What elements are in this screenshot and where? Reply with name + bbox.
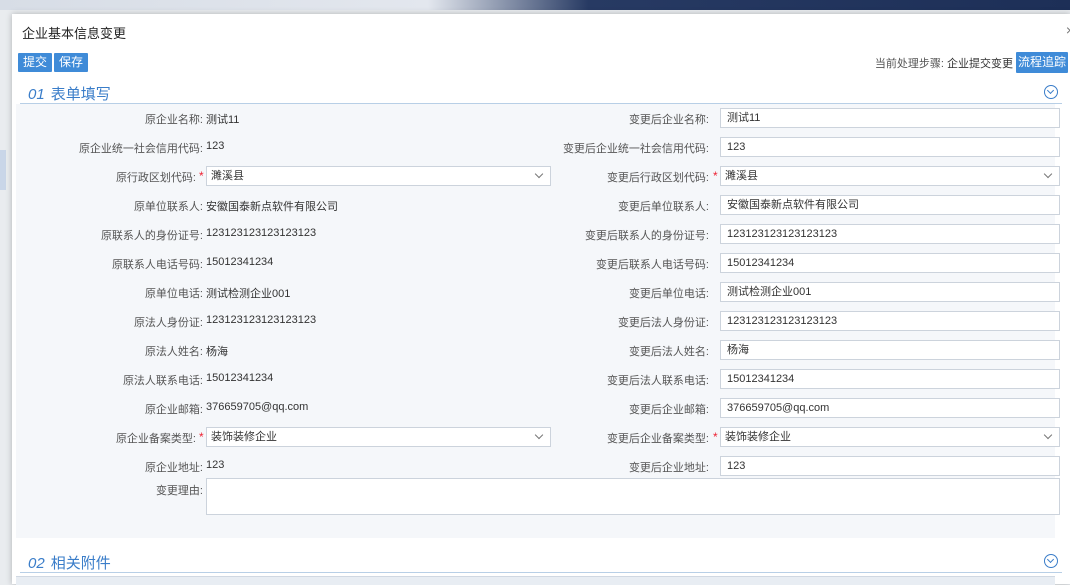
process-trace-button[interactable]: 流程追踪 — [1016, 52, 1068, 73]
section-attachments-title: 02 相关附件 — [28, 552, 111, 573]
left-field-label: 原法人身份证: — [133, 317, 203, 329]
left-field-label: 原法人联系电话: — [122, 375, 203, 387]
left-field-label: 原企业名称: — [144, 114, 203, 126]
right-field-label: 变更后法人姓名: — [628, 346, 709, 358]
required-mark: * — [199, 430, 204, 444]
close-icon[interactable]: × — [1066, 22, 1070, 38]
right-field-label: 变更后法人联系电话: — [606, 375, 709, 387]
right-field-input[interactable]: 123123123123123123 — [720, 224, 1060, 244]
right-select[interactable]: 濉溪县 — [720, 166, 1060, 186]
left-field-value: 123123123123123123 — [206, 314, 317, 326]
left-field-value: 15012341234 — [206, 256, 274, 268]
save-button[interactable]: 保存 — [54, 53, 88, 72]
required-mark: * — [713, 430, 718, 444]
left-field-value: 测试检测企业001 — [206, 288, 291, 300]
background-header-strip — [0, 0, 1070, 10]
reason-textarea[interactable] — [206, 478, 1060, 515]
right-field-label: 变更后联系人的身份证号: — [584, 230, 709, 242]
left-select[interactable]: 濉溪县 — [206, 166, 551, 186]
right-field-input[interactable]: 15012341234 — [720, 369, 1060, 389]
right-field-input[interactable]: 测试检测企业001 — [720, 282, 1060, 302]
right-field-label: 变更后企业地址: — [628, 462, 709, 474]
collapse-icon[interactable] — [1044, 554, 1058, 568]
right-field-label: 变更后单位电话: — [628, 288, 709, 300]
left-select[interactable]: 装饰装修企业 — [206, 427, 551, 447]
section-form-header: 01 表单填写 — [20, 81, 1062, 104]
right-select-value: 装饰装修企业 — [725, 431, 791, 443]
left-field-label: 原企业邮箱: — [144, 404, 203, 416]
dialog-title: 企业基本信息变更 — [22, 26, 127, 41]
right-field-label: 变更后企业统一社会信用代码: — [562, 143, 709, 155]
left-field-value: 123 — [206, 459, 225, 471]
left-field-label: 原联系人电话号码: — [111, 259, 203, 271]
right-select-value: 濉溪县 — [725, 170, 758, 182]
right-field-input[interactable]: 15012341234 — [720, 253, 1060, 273]
left-select-value: 濉溪县 — [211, 170, 244, 182]
left-field-value: 15012341234 — [206, 372, 274, 384]
left-field-label: 原企业地址: — [144, 462, 203, 474]
background-left-accent — [0, 150, 6, 190]
left-field-label: 原单位电话: — [144, 288, 203, 300]
left-select-value: 装饰装修企业 — [211, 431, 277, 443]
chevron-down-icon[interactable] — [1043, 169, 1053, 179]
section-attachments-label: 相关附件 — [50, 555, 111, 572]
right-field-label: 变更后法人身份证: — [617, 317, 709, 329]
left-field-label: 原单位联系人: — [133, 201, 203, 213]
reason-label: 变更理由: — [155, 485, 203, 497]
right-field-label: 变更后企业名称: — [628, 114, 709, 126]
left-field-value: 376659705@qq.com — [206, 401, 309, 413]
section-form-number: 01 — [28, 86, 45, 103]
right-select[interactable]: 装饰装修企业 — [720, 427, 1060, 447]
required-mark: * — [199, 169, 204, 183]
left-field-value: 杨海 — [206, 346, 228, 358]
current-step-label: 当前处理步骤: — [874, 58, 944, 70]
right-field-label: 变更后行政区划代码: — [606, 172, 709, 184]
left-field-value: 安徽国泰新点软件有限公司 — [206, 201, 338, 213]
right-field-label: 变更后单位联系人: — [617, 201, 709, 213]
current-step: 当前处理步骤: 企业提交变更 — [875, 55, 1013, 71]
right-field-input[interactable]: 123 — [720, 456, 1060, 476]
current-step-value: 企业提交变更 — [947, 58, 1013, 70]
right-field-label: 变更后联系人电话号码: — [595, 259, 709, 271]
right-field-input[interactable]: 杨海 — [720, 340, 1060, 360]
required-mark: * — [713, 169, 718, 183]
right-field-label: 变更后企业邮箱: — [628, 404, 709, 416]
right-field-input[interactable]: 123 — [720, 137, 1060, 157]
left-field-label: 原联系人的身份证号: — [100, 230, 203, 242]
left-field-label: 原企业统一社会信用代码: — [78, 143, 203, 155]
left-field-label: 原企业备案类型: — [115, 433, 196, 445]
left-field-value: 123123123123123123 — [206, 227, 317, 239]
chevron-down-icon[interactable] — [1043, 430, 1053, 440]
section-form-title: 01 表单填写 — [28, 83, 111, 104]
section-form-label: 表单填写 — [50, 86, 111, 103]
left-field-value: 123 — [206, 140, 225, 152]
right-field-input[interactable]: 123123123123123123 — [720, 311, 1060, 331]
right-field-input[interactable]: 安徽国泰新点软件有限公司 — [720, 195, 1060, 215]
submit-button[interactable]: 提交 — [18, 53, 52, 72]
collapse-icon[interactable] — [1044, 85, 1058, 99]
left-field-value: 测试11 — [206, 114, 240, 126]
left-field-label: 原法人姓名: — [144, 346, 203, 358]
section-attachments-header: 02 相关附件 — [20, 550, 1062, 573]
left-field-label: 原行政区划代码: — [115, 172, 196, 184]
right-field-label: 变更后企业备案类型: — [606, 433, 709, 445]
right-field-input[interactable]: 测试11 — [720, 108, 1060, 128]
section-attachments-number: 02 — [28, 555, 45, 572]
right-field-input[interactable]: 376659705@qq.com — [720, 398, 1060, 418]
